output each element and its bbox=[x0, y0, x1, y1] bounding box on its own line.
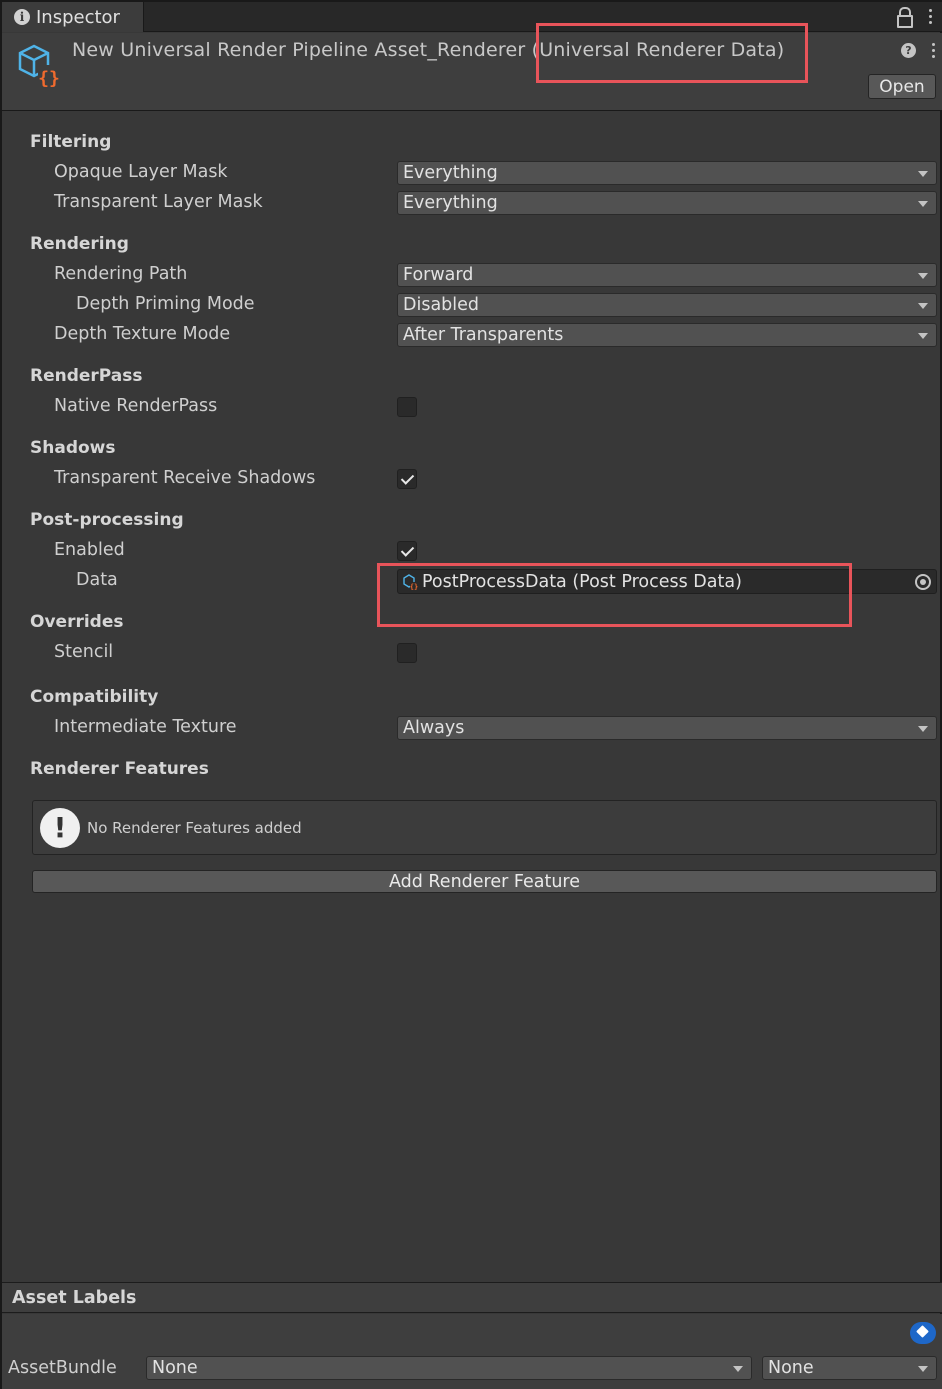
tab-inspector[interactable]: i Inspector bbox=[2, 2, 144, 32]
intermediate-texture-dropdown[interactable]: Always bbox=[397, 716, 937, 740]
tab-label: Inspector bbox=[36, 6, 120, 28]
depth-texture-mode-dropdown[interactable]: After Transparents bbox=[397, 323, 937, 347]
renderer-asset-icon: {} bbox=[18, 44, 60, 89]
chevron-down-icon bbox=[918, 171, 928, 177]
dropdown-value: After Transparents bbox=[403, 325, 564, 345]
transparent-layer-mask-label: Transparent Layer Mask bbox=[54, 192, 263, 212]
help-icon[interactable]: ? bbox=[901, 43, 916, 58]
assetbundle-label: AssetBundle bbox=[8, 1358, 117, 1378]
chevron-down-icon bbox=[918, 726, 928, 732]
transparent-layer-mask-dropdown[interactable]: Everything bbox=[397, 191, 937, 215]
asset-labels-body: AssetBundle None None bbox=[2, 1314, 942, 1389]
tag-icon[interactable] bbox=[910, 1322, 936, 1344]
pp-enabled-checkbox[interactable] bbox=[397, 541, 417, 561]
depth-texture-mode-label: Depth Texture Mode bbox=[54, 324, 231, 344]
chevron-down-icon bbox=[918, 201, 928, 207]
depth-priming-mode-label: Depth Priming Mode bbox=[76, 294, 255, 314]
dropdown-value: Disabled bbox=[403, 295, 480, 315]
inspector-window: i Inspector {} New Universal Render Pipe… bbox=[0, 0, 942, 1389]
opaque-layer-mask-dropdown[interactable]: Everything bbox=[397, 161, 937, 185]
lock-icon[interactable] bbox=[897, 7, 913, 28]
native-renderpass-label: Native RenderPass bbox=[54, 396, 218, 416]
renderer-features-helpbox: ! No Renderer Features added bbox=[32, 800, 937, 855]
depth-priming-mode-dropdown[interactable]: Disabled bbox=[397, 293, 937, 317]
stencil-checkbox[interactable] bbox=[397, 643, 417, 663]
section-filtering: Filtering bbox=[30, 132, 112, 152]
dropdown-value: Everything bbox=[403, 163, 498, 183]
rendering-path-label: Rendering Path bbox=[54, 264, 188, 284]
chevron-down-icon bbox=[918, 333, 928, 339]
assetbundle-variant-dropdown[interactable]: None bbox=[762, 1356, 937, 1380]
header-more-icon[interactable] bbox=[932, 43, 935, 58]
highlight-box-title bbox=[536, 23, 808, 83]
asset-labels-header[interactable]: Asset Labels bbox=[2, 1282, 942, 1313]
section-rendering: Rendering bbox=[30, 234, 129, 254]
chevron-down-icon bbox=[733, 1366, 743, 1372]
section-post-processing: Post-processing bbox=[30, 510, 184, 530]
more-menu-icon[interactable] bbox=[929, 8, 932, 24]
section-overrides: Overrides bbox=[30, 612, 124, 632]
dropdown-value: Always bbox=[403, 718, 465, 738]
section-compatibility: Compatibility bbox=[30, 687, 159, 707]
info-icon: i bbox=[14, 9, 30, 25]
chevron-down-icon bbox=[918, 273, 928, 279]
pp-data-label: Data bbox=[76, 570, 118, 590]
svg-text:{}: {} bbox=[38, 68, 60, 89]
warning-icon: ! bbox=[40, 807, 80, 848]
pp-enabled-label: Enabled bbox=[54, 540, 125, 560]
section-shadows: Shadows bbox=[30, 438, 116, 458]
dropdown-value: Everything bbox=[403, 193, 498, 213]
open-button[interactable]: Open bbox=[868, 74, 936, 99]
add-renderer-feature-button[interactable]: Add Renderer Feature bbox=[32, 870, 937, 893]
native-renderpass-checkbox[interactable] bbox=[397, 397, 417, 417]
transparent-receive-shadows-label: Transparent Receive Shadows bbox=[54, 468, 316, 488]
object-picker-icon[interactable] bbox=[915, 574, 931, 590]
dropdown-value: None bbox=[768, 1358, 814, 1378]
chevron-down-icon bbox=[918, 303, 928, 309]
chevron-down-icon bbox=[918, 1366, 928, 1372]
intermediate-texture-label: Intermediate Texture bbox=[54, 717, 237, 737]
helpbox-message: No Renderer Features added bbox=[87, 818, 302, 837]
highlight-box-data bbox=[377, 563, 852, 627]
assetbundle-dropdown[interactable]: None bbox=[146, 1356, 752, 1380]
transparent-receive-shadows-checkbox[interactable] bbox=[397, 469, 417, 489]
dropdown-value: None bbox=[152, 1358, 198, 1378]
opaque-layer-mask-label: Opaque Layer Mask bbox=[54, 162, 228, 182]
section-renderer-features: Renderer Features bbox=[30, 759, 209, 779]
section-renderpass: RenderPass bbox=[30, 366, 143, 386]
dropdown-value: Forward bbox=[403, 265, 474, 285]
stencil-label: Stencil bbox=[54, 642, 114, 662]
rendering-path-dropdown[interactable]: Forward bbox=[397, 263, 937, 287]
